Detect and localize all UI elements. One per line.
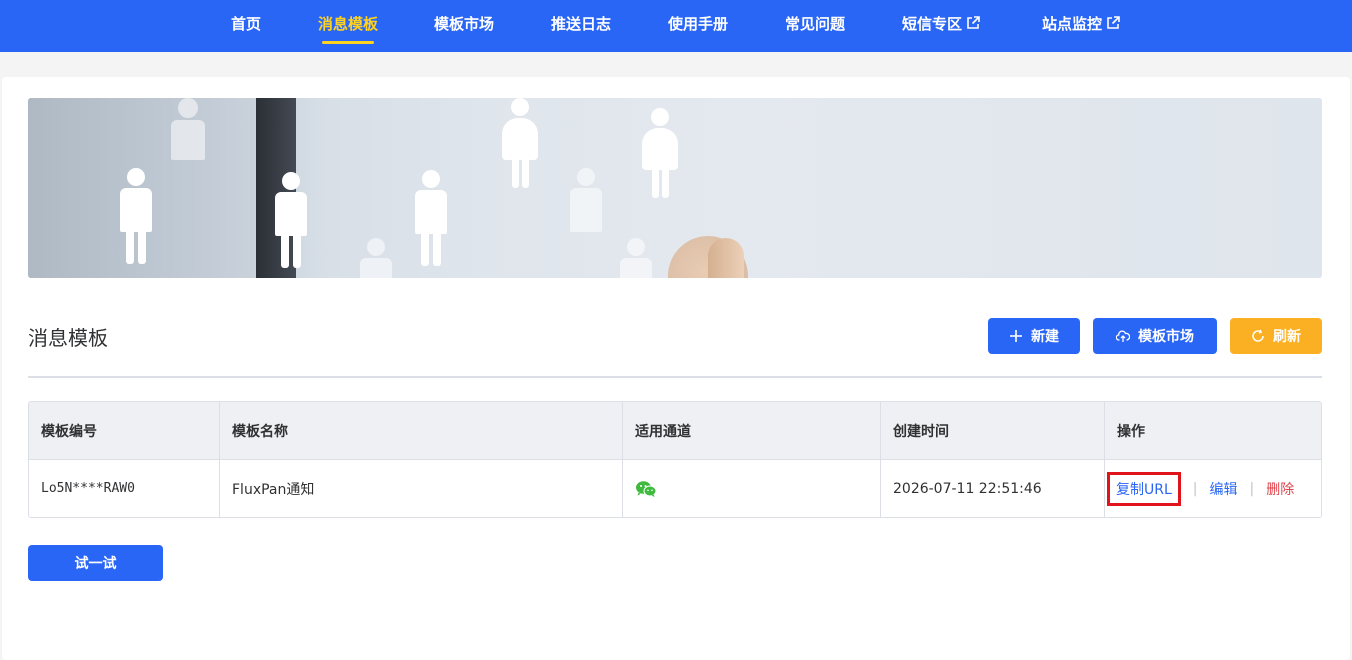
copy-url-link[interactable]: 复制URL [1107,471,1181,506]
action-separator: | [1249,480,1255,497]
header-template-id: 模板编号 [29,402,220,459]
refresh-label: 刷新 [1273,329,1301,345]
edit-link[interactable]: 编辑 [1210,479,1238,499]
banner-image [28,98,1322,278]
external-link-icon [1107,16,1120,29]
header-template-name: 模板名称 [220,402,623,459]
templates-table: 模板编号 模板名称 适用通道 创建时间 操作 Lo5N****RAW0 Flux… [28,401,1322,518]
template-id: Lo5N****RAW0 [29,460,220,517]
channel-cell [623,460,881,517]
nav-site-monitor[interactable]: 站点监控 [1042,0,1121,52]
refresh-button[interactable]: 刷新 [1230,318,1322,354]
actions-cell: 复制URL | 编辑 | 删除 [1105,460,1321,517]
header-created-time: 创建时间 [881,402,1105,459]
refresh-icon [1252,329,1264,342]
delete-link[interactable]: 删除 [1266,479,1294,499]
nav-message-templates[interactable]: 消息模板 [318,0,378,52]
section-divider [28,376,1322,378]
new-template-label: 新建 [1031,329,1059,345]
created-time: 2026-07-11 22:51:46 [881,460,1105,517]
template-name: FluxPan通知 [220,460,623,517]
nav-faq[interactable]: 常见问题 [785,0,845,52]
template-market-button[interactable]: 模板市场 [1093,318,1217,354]
cloud-upload-icon [1116,330,1130,342]
template-market-label: 模板市场 [1138,329,1194,345]
external-link-icon [967,16,980,29]
nav-site-monitor-label: 站点监控 [1042,15,1103,33]
try-it-button[interactable]: 试一试 [28,545,163,581]
nav-user-manual[interactable]: 使用手册 [668,0,728,52]
table-header: 模板编号 模板名称 适用通道 创建时间 操作 [29,402,1321,460]
page-title: 消息模板 [28,326,108,350]
nav-template-market[interactable]: 模板市场 [434,0,494,52]
action-separator: | [1192,480,1198,497]
plus-icon [1010,330,1022,342]
nav-push-log[interactable]: 推送日志 [551,0,611,52]
nav-home[interactable]: 首页 [231,0,261,52]
nav-sms-zone[interactable]: 短信专区 [902,0,981,52]
new-template-button[interactable]: 新建 [988,318,1080,354]
table-row: Lo5N****RAW0 FluxPan通知 2026-07-11 22:51:… [29,460,1321,517]
top-nav: 首页 消息模板 模板市场 推送日志 使用手册 常见问题 短信专区 站点监控 [0,0,1352,52]
nav-sms-zone-label: 短信专区 [902,15,963,33]
wechat-icon [636,480,657,497]
header-actions: 操作 [1117,423,1145,440]
header-channel: 适用通道 [623,402,881,459]
